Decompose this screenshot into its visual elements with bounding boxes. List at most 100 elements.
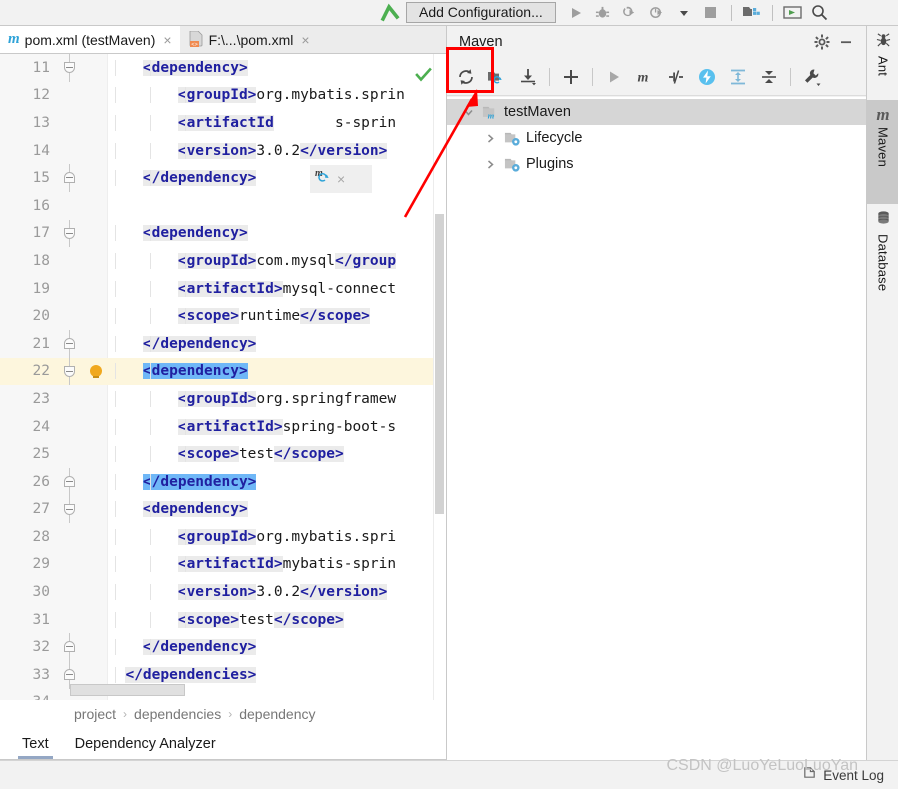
editor-tab-pom-external[interactable]: <> F:\...\pom.xml × [180,26,318,53]
close-icon[interactable]: × [337,171,345,187]
fold-marker[interactable] [56,54,84,82]
run-icon[interactable] [564,2,588,24]
debug-icon[interactable] [591,2,615,24]
close-icon[interactable]: × [163,32,171,48]
editor-tab-pom-testmaven[interactable]: m pom.xml (testMaven) × [0,26,180,53]
generate-sources-icon[interactable] [482,62,512,92]
code-line[interactable]: 28 <groupId>org.mybatis.spri [0,523,446,551]
chevron-right-icon[interactable] [481,133,499,144]
maven-projects-tree[interactable]: m testMaven Lifecycle Plugins [447,97,866,760]
tab-text[interactable]: Text [18,728,53,759]
sidebar-item-database[interactable]: Database [867,204,898,316]
code-line[interactable]: 17 <dependency> [0,219,446,248]
code-line[interactable]: 18 <groupId>com.mysql</group [0,247,446,275]
code-line[interactable]: 33 </dependencies> [0,661,446,689]
editor-horizontal-scrollbar[interactable] [70,684,185,696]
line-content[interactable]: </dependency> [108,170,446,187]
line-content[interactable]: <artifactId s-sprin [108,114,446,131]
fold-marker[interactable] [56,329,84,358]
line-content[interactable]: <scope>runtime</scope> [108,308,446,325]
run-with-coverage-icon[interactable] [618,2,642,24]
breadcrumb-item-dependencies[interactable]: dependencies [134,706,221,722]
code-line[interactable]: 32 </dependency> [0,633,446,662]
code-line[interactable]: 31 <scope>test</scope> [0,606,446,634]
breadcrumb-item-dependency[interactable]: dependency [239,706,315,722]
code-line[interactable]: 16 [0,192,446,220]
line-content[interactable]: <version>3.0.2</version> [108,584,446,601]
code-line[interactable]: 30 <version>3.0.2</version> [0,578,446,606]
line-content[interactable]: <dependency> [108,59,446,76]
code-line[interactable]: 23 <groupId>org.springframew [0,385,446,413]
code-line[interactable]: 19 <artifactId>mysql-connect [0,275,446,303]
line-content[interactable]: <artifactId>spring-boot-s [108,418,446,435]
fold-marker[interactable] [56,495,84,524]
code-line[interactable]: 25 <scope>test</scope> [0,440,446,468]
code-line[interactable]: 12 <groupId>org.mybatis.sprin [0,82,446,110]
profile-icon[interactable] [645,2,669,24]
sidebar-item-ant[interactable]: Ant [867,26,898,100]
chevron-down-icon[interactable] [459,107,477,118]
download-sources-icon[interactable] [513,62,543,92]
add-maven-project-icon[interactable] [556,62,586,92]
close-icon[interactable]: × [301,32,309,48]
project-structure-icon[interactable] [740,2,764,24]
maven-settings-icon[interactable] [797,62,827,92]
code-editor[interactable]: 11 <dependency> 12 <groupId>org.mybatis.s… [0,54,446,700]
line-content[interactable]: <scope>test</scope> [108,611,446,628]
sidebar-item-maven[interactable]: m Maven [867,100,898,204]
line-content[interactable]: </dependency> [108,473,446,490]
fold-marker[interactable] [56,164,84,192]
line-content[interactable]: <dependency> [108,501,446,518]
line-content[interactable]: <groupId>com.mysql</group [108,252,446,269]
tree-node-lifecycle[interactable]: Lifecycle [447,125,866,151]
code-line[interactable]: 29 <artifactId>mybatis-sprin [0,551,446,579]
tree-node-plugins[interactable]: Plugins [447,151,866,177]
code-line[interactable]: 11 <dependency> [0,54,446,82]
search-everywhere-icon[interactable] [808,2,832,24]
line-content[interactable]: <dependency> [108,225,446,242]
fold-marker[interactable] [56,357,84,386]
terminal-icon[interactable] [781,2,805,24]
reload-all-maven-projects-icon[interactable] [451,62,481,92]
execute-maven-goal-icon[interactable]: m [630,62,660,92]
code-line[interactable]: 21 </dependency> [0,329,446,358]
code-line[interactable]: 22 <dependency> [0,357,446,386]
line-content[interactable]: </dependency> [108,335,446,352]
tree-node-testmaven[interactable]: m testMaven [447,99,866,125]
fold-marker[interactable] [56,219,84,248]
code-line[interactable]: 34 [0,689,446,700]
toggle-offline-mode-icon[interactable] [692,62,722,92]
line-content[interactable]: </dependencies> [108,666,446,683]
toggle-skip-tests-icon[interactable] [661,62,691,92]
chevron-down-icon[interactable] [672,2,696,24]
line-content[interactable]: <artifactId>mybatis-sprin [108,556,446,573]
expand-all-icon[interactable] [723,62,753,92]
code-line[interactable]: 20 <scope>runtime</scope> [0,302,446,330]
code-line[interactable]: 14 <version>3.0.2</version> [0,137,446,165]
chevron-right-icon[interactable] [481,159,499,170]
run-maven-build-icon[interactable] [599,62,629,92]
stop-icon[interactable] [699,2,723,24]
breadcrumb-item-project[interactable]: project [74,706,116,722]
tab-dependency-analyzer[interactable]: Dependency Analyzer [75,728,216,759]
intention-bulb-icon[interactable] [84,365,108,379]
event-log-icon[interactable] [802,765,817,785]
line-content[interactable]: </dependency> [108,639,446,656]
code-line[interactable]: 15 </dependency> [0,164,446,192]
maven-reload-popup[interactable]: m × [310,165,372,193]
fold-marker[interactable] [56,633,84,662]
line-content[interactable]: <groupId>org.mybatis.spri [108,528,446,545]
line-content[interactable]: <groupId>org.mybatis.sprin [108,87,446,104]
code-line[interactable]: 13 <artifactId s-sprin [0,109,446,137]
code-line[interactable]: 24 <artifactId>spring-boot-s [0,413,446,441]
fold-marker[interactable] [56,467,84,496]
code-line[interactable]: 27 <dependency> [0,495,446,524]
line-content[interactable]: <scope>test</scope> [108,446,446,463]
event-log-button[interactable]: Event Log [823,768,884,783]
maven-reload-icon[interactable]: m [314,167,333,191]
line-content[interactable]: <groupId>org.springframew [108,390,446,407]
line-content[interactable]: <version>3.0.2</version> [108,142,446,159]
line-content[interactable]: <artifactId>mysql-connect [108,280,446,297]
inspection-status-ok-icon[interactable] [415,66,432,88]
line-content[interactable]: <dependency> [108,363,446,380]
